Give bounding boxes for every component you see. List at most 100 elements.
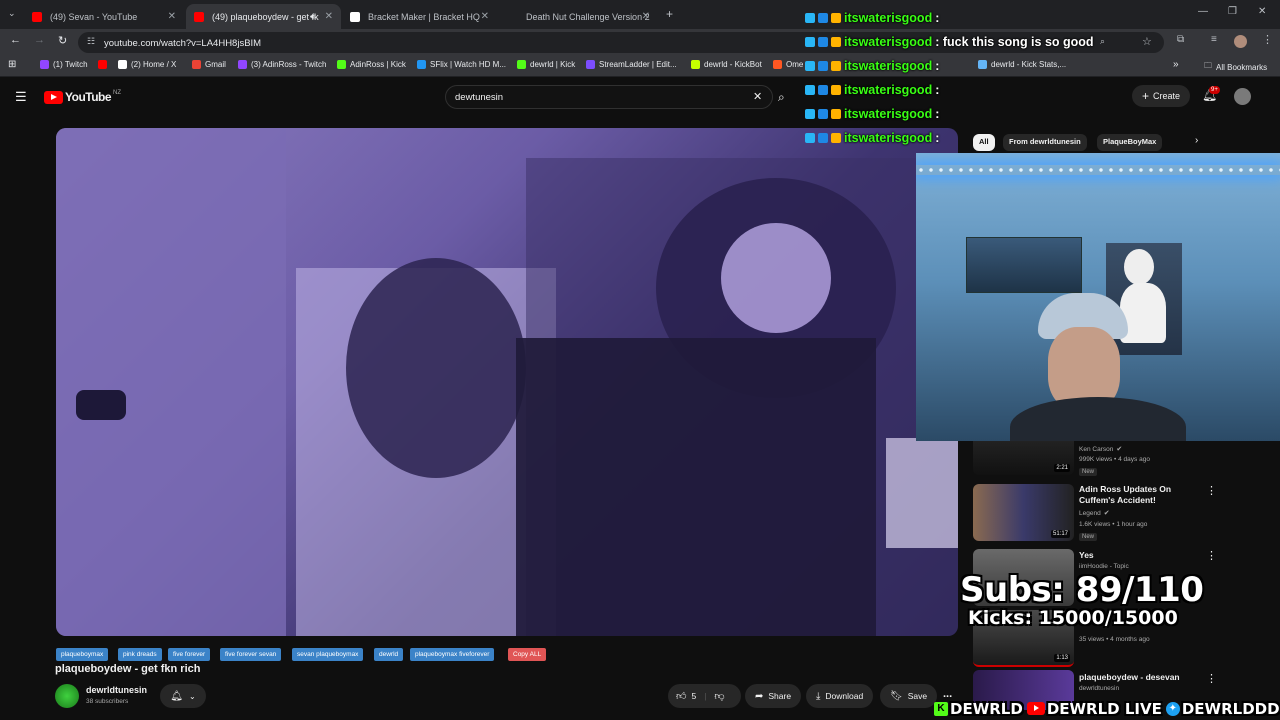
sidebar-video-thumbnail[interactable]: 51:17 <box>973 484 1074 541</box>
video-tag[interactable]: sevan plaqueboymax <box>292 648 364 661</box>
sidebar-video-title[interactable]: Adin Ross Updates On Cuffem's Accident! <box>1079 484 1204 506</box>
zoom-icon[interactable]: ⌕ <box>1100 36 1105 47</box>
clear-search-icon[interactable]: ✕ <box>753 90 762 103</box>
bookmark-item[interactable]: dewrld | Kick <box>517 60 575 69</box>
browser-tab-2-active[interactable]: (49) plaqueboydew - get fk 🔊︎ ✕ <box>186 4 341 29</box>
close-tab-icon[interactable]: ✕ <box>481 11 489 22</box>
tab-list-chevron-icon[interactable]: ⌄ <box>8 8 16 19</box>
media-controls-icon[interactable]: ≡ <box>1211 34 1217 45</box>
close-tab-icon[interactable]: ✕ <box>642 11 650 22</box>
filter-chip-all[interactable]: All <box>973 134 995 151</box>
streamer-image <box>1010 293 1186 441</box>
youtube-favicon-icon <box>32 11 42 22</box>
verified-icon: ✔ <box>1116 446 1123 453</box>
share-label: Share <box>768 691 792 701</box>
tab-label: Death Nut Challenge Version 2 <box>526 11 650 22</box>
close-tab-icon[interactable]: ✕ <box>325 11 333 22</box>
video-tag[interactable]: five forever <box>168 648 211 661</box>
audio-playing-icon[interactable]: 🔊︎ <box>310 12 315 22</box>
copy-all-tags-button[interactable]: Copy ALL <box>508 648 547 661</box>
chat-text: : <box>935 59 940 73</box>
bookmark-item[interactable]: (3) AdinRoss - Twitch <box>238 60 326 69</box>
filter-chip-plaqueboymax[interactable]: PlaqueBoyMax <box>1097 134 1163 151</box>
video-options-icon[interactable]: ⋮ <box>1206 672 1217 685</box>
bookmark-item[interactable]: dewrld - Kick Stats,... <box>978 60 1066 69</box>
bookmarks-bar: ⊞ (1) Twitch (2) Home / X Gmail (3) AdinRos… <box>0 55 1280 77</box>
filter-chip-from-channel[interactable]: From dewrldtunesin <box>1003 134 1087 151</box>
chat-text: : fuck this song is so good <box>935 35 1094 49</box>
bookmark-item[interactable]: StreamLadder | Edit... <box>586 60 677 69</box>
chat-text: : <box>935 131 940 145</box>
chips-next-chevron-icon[interactable]: › <box>1195 135 1198 146</box>
like-dislike-button[interactable]: 👍︎ 5 | 👎︎ <box>668 684 741 708</box>
bookmark-item[interactable]: Gmail <box>192 60 226 69</box>
chat-badge-icon <box>805 85 815 95</box>
chat-text: : <box>935 83 940 97</box>
create-button[interactable]: + Create <box>1132 85 1190 107</box>
video-tag[interactable]: dewrld <box>374 648 404 661</box>
bookmark-favicon-icon <box>118 60 127 69</box>
apps-grid-icon[interactable]: ⊞ <box>8 59 16 70</box>
bookmark-item[interactable]: SFlix | Watch HD M... <box>417 60 506 69</box>
restore-window-icon[interactable]: ❐ <box>1228 6 1237 17</box>
forward-icon[interactable]: → <box>34 34 45 46</box>
bookmark-item[interactable]: AdinRoss | Kick <box>337 60 406 69</box>
save-button[interactable]: 🔖︎ Save <box>880 684 938 708</box>
duration-badge: 1:13 <box>1054 654 1070 662</box>
thumbs-up-icon[interactable]: 👍︎ <box>676 690 686 702</box>
profile-avatar[interactable] <box>1234 35 1247 48</box>
account-avatar[interactable] <box>1234 88 1251 105</box>
download-button[interactable]: ⤓ Download <box>806 684 874 708</box>
url-text: youtube.com/watch?v=LA4HH8jsBIM <box>104 38 262 49</box>
youtube-logo-icon <box>1026 702 1045 715</box>
share-button[interactable]: ➦ Share <box>745 684 802 708</box>
bookmark-label: SFlix | Watch HD M... <box>430 60 507 69</box>
reload-icon[interactable]: ↻ <box>58 34 67 47</box>
thumbs-down-icon[interactable]: 👎︎ <box>714 690 724 702</box>
search-input[interactable]: dewtunesin ✕ <box>445 85 773 109</box>
video-player[interactable] <box>56 128 958 636</box>
hamburger-menu-icon[interactable]: ☰ <box>15 89 27 105</box>
bookmark-item[interactable]: (2) Home / X <box>118 60 176 69</box>
video-tag[interactable]: plaqueboymax fiveforever <box>410 648 495 661</box>
browser-tab-3[interactable]: Bracket Maker | Bracket HQ ✕ <box>342 4 497 29</box>
channel-avatar[interactable] <box>55 684 79 708</box>
tab-label: Bracket Maker | Bracket HQ <box>368 11 480 22</box>
new-tab-button[interactable]: + <box>666 7 673 21</box>
video-tag[interactable]: plaqueboymax <box>56 648 109 661</box>
bookmark-label: (1) Twitch <box>53 60 88 69</box>
more-bookmarks-chevron-icon[interactable]: » <box>1173 59 1179 70</box>
bookmark-favicon-icon <box>517 60 526 69</box>
site-info-icon[interactable]: ☷ <box>87 36 95 47</box>
minimize-window-icon[interactable]: — <box>1198 6 1208 17</box>
bookmark-favicon-icon <box>337 60 346 69</box>
video-tag[interactable]: five forever sevan <box>220 648 282 661</box>
sidebar-video-title[interactable]: plaqueboydew - desevan <box>1079 672 1180 682</box>
browser-menu-icon[interactable]: ⋮ <box>1262 33 1273 46</box>
sidebar-video-title[interactable]: Yes <box>1079 550 1094 560</box>
chat-username: itswaterisgood <box>844 131 933 145</box>
back-icon[interactable]: ← <box>10 34 21 46</box>
youtube-logo[interactable]: YouTube NZ <box>44 90 121 104</box>
bookmark-star-icon[interactable]: ☆ <box>1142 35 1152 48</box>
browser-tab-4[interactable]: Death Nut Challenge Version 2 ✕ <box>500 4 658 29</box>
bookmark-favicon-icon <box>586 60 595 69</box>
channel-name[interactable]: dewrldtunesin <box>86 685 147 695</box>
bookmark-item[interactable]: Ome <box>773 60 803 69</box>
bookmark-favicon-icon <box>773 60 782 69</box>
notification-bell-button[interactable]: 🔔︎ ⌄ <box>160 684 206 708</box>
video-options-icon[interactable]: ⋮ <box>1206 549 1217 562</box>
browser-tab-1[interactable]: (49) Sevan - YouTube ✕ <box>24 4 184 29</box>
video-tag[interactable]: pink dreads <box>118 648 162 661</box>
browser-tab-bar: ⌄ (49) Sevan - YouTube ✕ (49) plaqueboyd… <box>0 0 1280 29</box>
extensions-icon[interactable]: ⧉ <box>1177 34 1184 45</box>
close-window-icon[interactable]: ✕ <box>1258 6 1266 17</box>
search-button-icon[interactable]: ⌕ <box>778 90 785 105</box>
bookmark-item[interactable]: (1) Twitch <box>40 60 88 69</box>
sidebar-video-thumbnail[interactable]: 2:21 <box>973 441 1074 475</box>
all-bookmarks-folder[interactable]: 🗀 All Bookmarks <box>1204 60 1267 74</box>
video-options-icon[interactable]: ⋮ <box>1206 484 1217 497</box>
bookmark-item[interactable]: dewrld - KickBot <box>691 60 762 69</box>
bookmark-item[interactable] <box>98 60 111 69</box>
close-tab-icon[interactable]: ✕ <box>168 11 176 22</box>
